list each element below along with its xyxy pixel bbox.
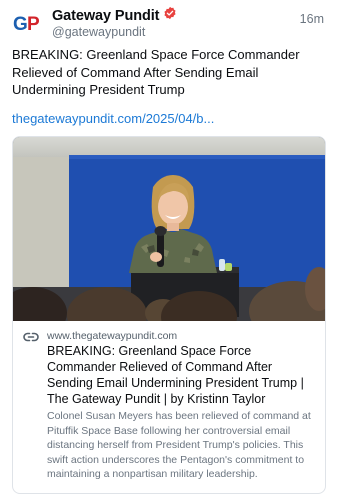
link-preview-card[interactable]: www.thegatewaypundit.com BREAKING: Green… — [12, 136, 326, 494]
post-header: G P Gateway Pundit @gatewaypundit 16m — [12, 6, 326, 42]
post-timestamp[interactable]: 16m — [300, 12, 324, 26]
gp-logo-icon: G P — [13, 14, 40, 35]
avatar[interactable]: G P — [12, 8, 42, 38]
post-link[interactable]: thegatewaypundit.com/2025/04/b... — [12, 111, 214, 126]
link-icon — [23, 330, 39, 344]
user-handle[interactable]: @gatewaypundit — [52, 25, 145, 39]
card-description: Colonel Susan Meyers has been relieved o… — [47, 410, 311, 480]
card-body[interactable]: www.thegatewaypundit.com BREAKING: Green… — [13, 321, 325, 493]
display-name[interactable]: Gateway Pundit — [52, 8, 159, 24]
svg-text:P: P — [27, 14, 40, 35]
card-title[interactable]: BREAKING: Greenland Space Force Commande… — [47, 343, 319, 407]
verified-badge-icon — [163, 6, 177, 25]
card-domain: www.thegatewaypundit.com — [47, 330, 178, 342]
card-image[interactable] — [13, 137, 325, 321]
svg-text:G: G — [13, 14, 28, 35]
post-text: BREAKING: Greenland Space Force Commande… — [12, 47, 300, 97]
card-photo — [13, 137, 325, 321]
